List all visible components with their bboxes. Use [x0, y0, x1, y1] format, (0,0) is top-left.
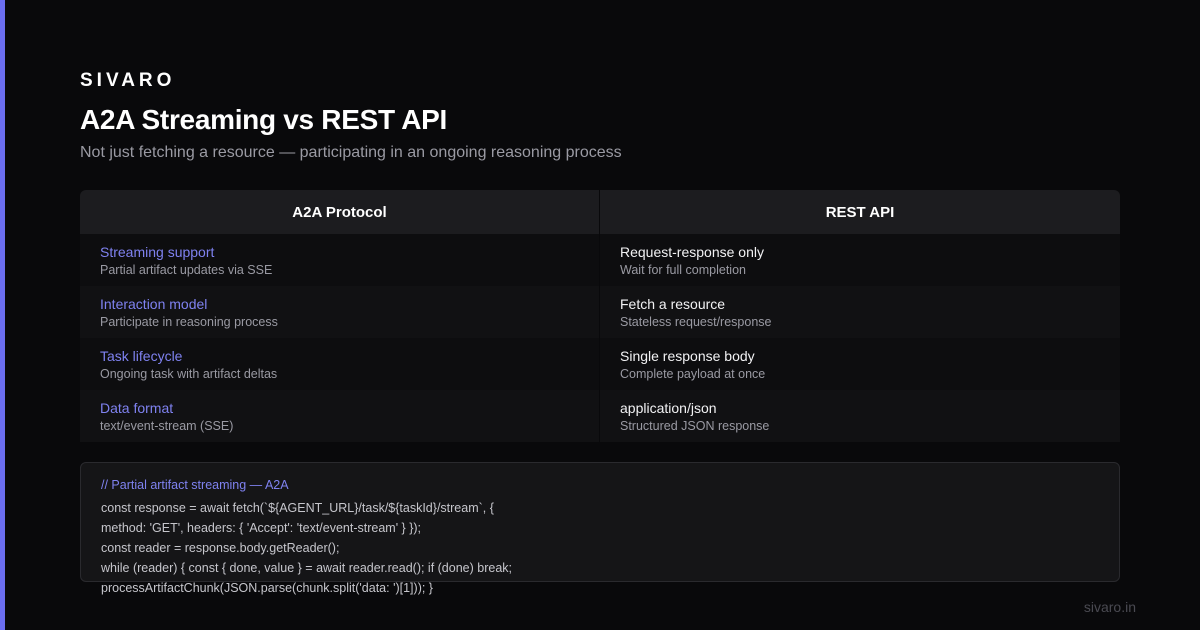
- table-row: Task lifecycle Ongoing task with artifac…: [80, 338, 1120, 390]
- table-cell-rest: Single response body Complete payload at…: [600, 338, 1120, 390]
- code-line: const response = await fetch(`${AGENT_UR…: [101, 501, 494, 515]
- accent-bar: [0, 0, 5, 630]
- cell-description: Stateless request/response: [620, 315, 772, 329]
- page-subtitle: Not just fetching a resource — participa…: [80, 144, 622, 161]
- comparison-table: A2A Protocol REST API Streaming support …: [80, 190, 1120, 442]
- code-line: while (reader) { const { done, value } =…: [101, 561, 512, 575]
- cell-description: Ongoing task with artifact deltas: [100, 367, 278, 381]
- cell-title: Request-response only: [620, 244, 764, 260]
- cell-description: Partial artifact updates via SSE: [100, 263, 273, 277]
- page-title: A2A Streaming vs REST API: [80, 104, 447, 135]
- cell-description: Participate in reasoning process: [100, 315, 278, 329]
- table-cell-a2a: Interaction model Participate in reasoni…: [80, 286, 600, 338]
- footer-domain: sivaro.in: [1083, 599, 1136, 615]
- table-cell-a2a: Task lifecycle Ongoing task with artifac…: [80, 338, 600, 390]
- table-header: A2A Protocol REST API: [80, 190, 1120, 234]
- code-line: method: 'GET', headers: { 'Accept': 'tex…: [101, 521, 422, 535]
- code-comment: // Partial artifact streaming — A2A: [101, 478, 289, 492]
- brand-logo: SIVARO: [80, 70, 176, 91]
- code-line: processArtifactChunk(JSON.parse(chunk.sp…: [101, 581, 433, 595]
- cell-title: Task lifecycle: [100, 348, 183, 364]
- cell-title: Streaming support: [100, 244, 215, 260]
- column-header-rest: REST API: [600, 190, 1120, 234]
- table-cell-rest: Request-response only Wait for full comp…: [600, 234, 1120, 286]
- column-header-a2a: A2A Protocol: [80, 190, 600, 234]
- cell-description: Complete payload at once: [620, 367, 766, 381]
- table-cell-a2a: Streaming support Partial artifact updat…: [80, 234, 600, 286]
- cell-title: Single response body: [620, 348, 755, 364]
- cell-description: text/event-stream (SSE): [100, 419, 234, 433]
- code-line: const reader = response.body.getReader()…: [101, 541, 340, 555]
- table-cell-rest: application/json Structured JSON respons…: [600, 390, 1120, 442]
- cell-title: Data format: [100, 400, 174, 416]
- table-cell-a2a: Data format text/event-stream (SSE): [80, 390, 600, 442]
- code-block: // Partial artifact streaming — A2A cons…: [80, 462, 1120, 595]
- cell-description: Structured JSON response: [620, 419, 770, 433]
- table-row: Data format text/event-stream (SSE) appl…: [80, 390, 1120, 442]
- table-row: Streaming support Partial artifact updat…: [80, 234, 1120, 286]
- cell-title: application/json: [620, 400, 717, 416]
- cell-title: Interaction model: [100, 296, 208, 312]
- table-row: Interaction model Participate in reasoni…: [80, 286, 1120, 338]
- table-cell-rest: Fetch a resource Stateless request/respo…: [600, 286, 1120, 338]
- cell-description: Wait for full completion: [620, 263, 746, 277]
- cell-title: Fetch a resource: [620, 296, 726, 312]
